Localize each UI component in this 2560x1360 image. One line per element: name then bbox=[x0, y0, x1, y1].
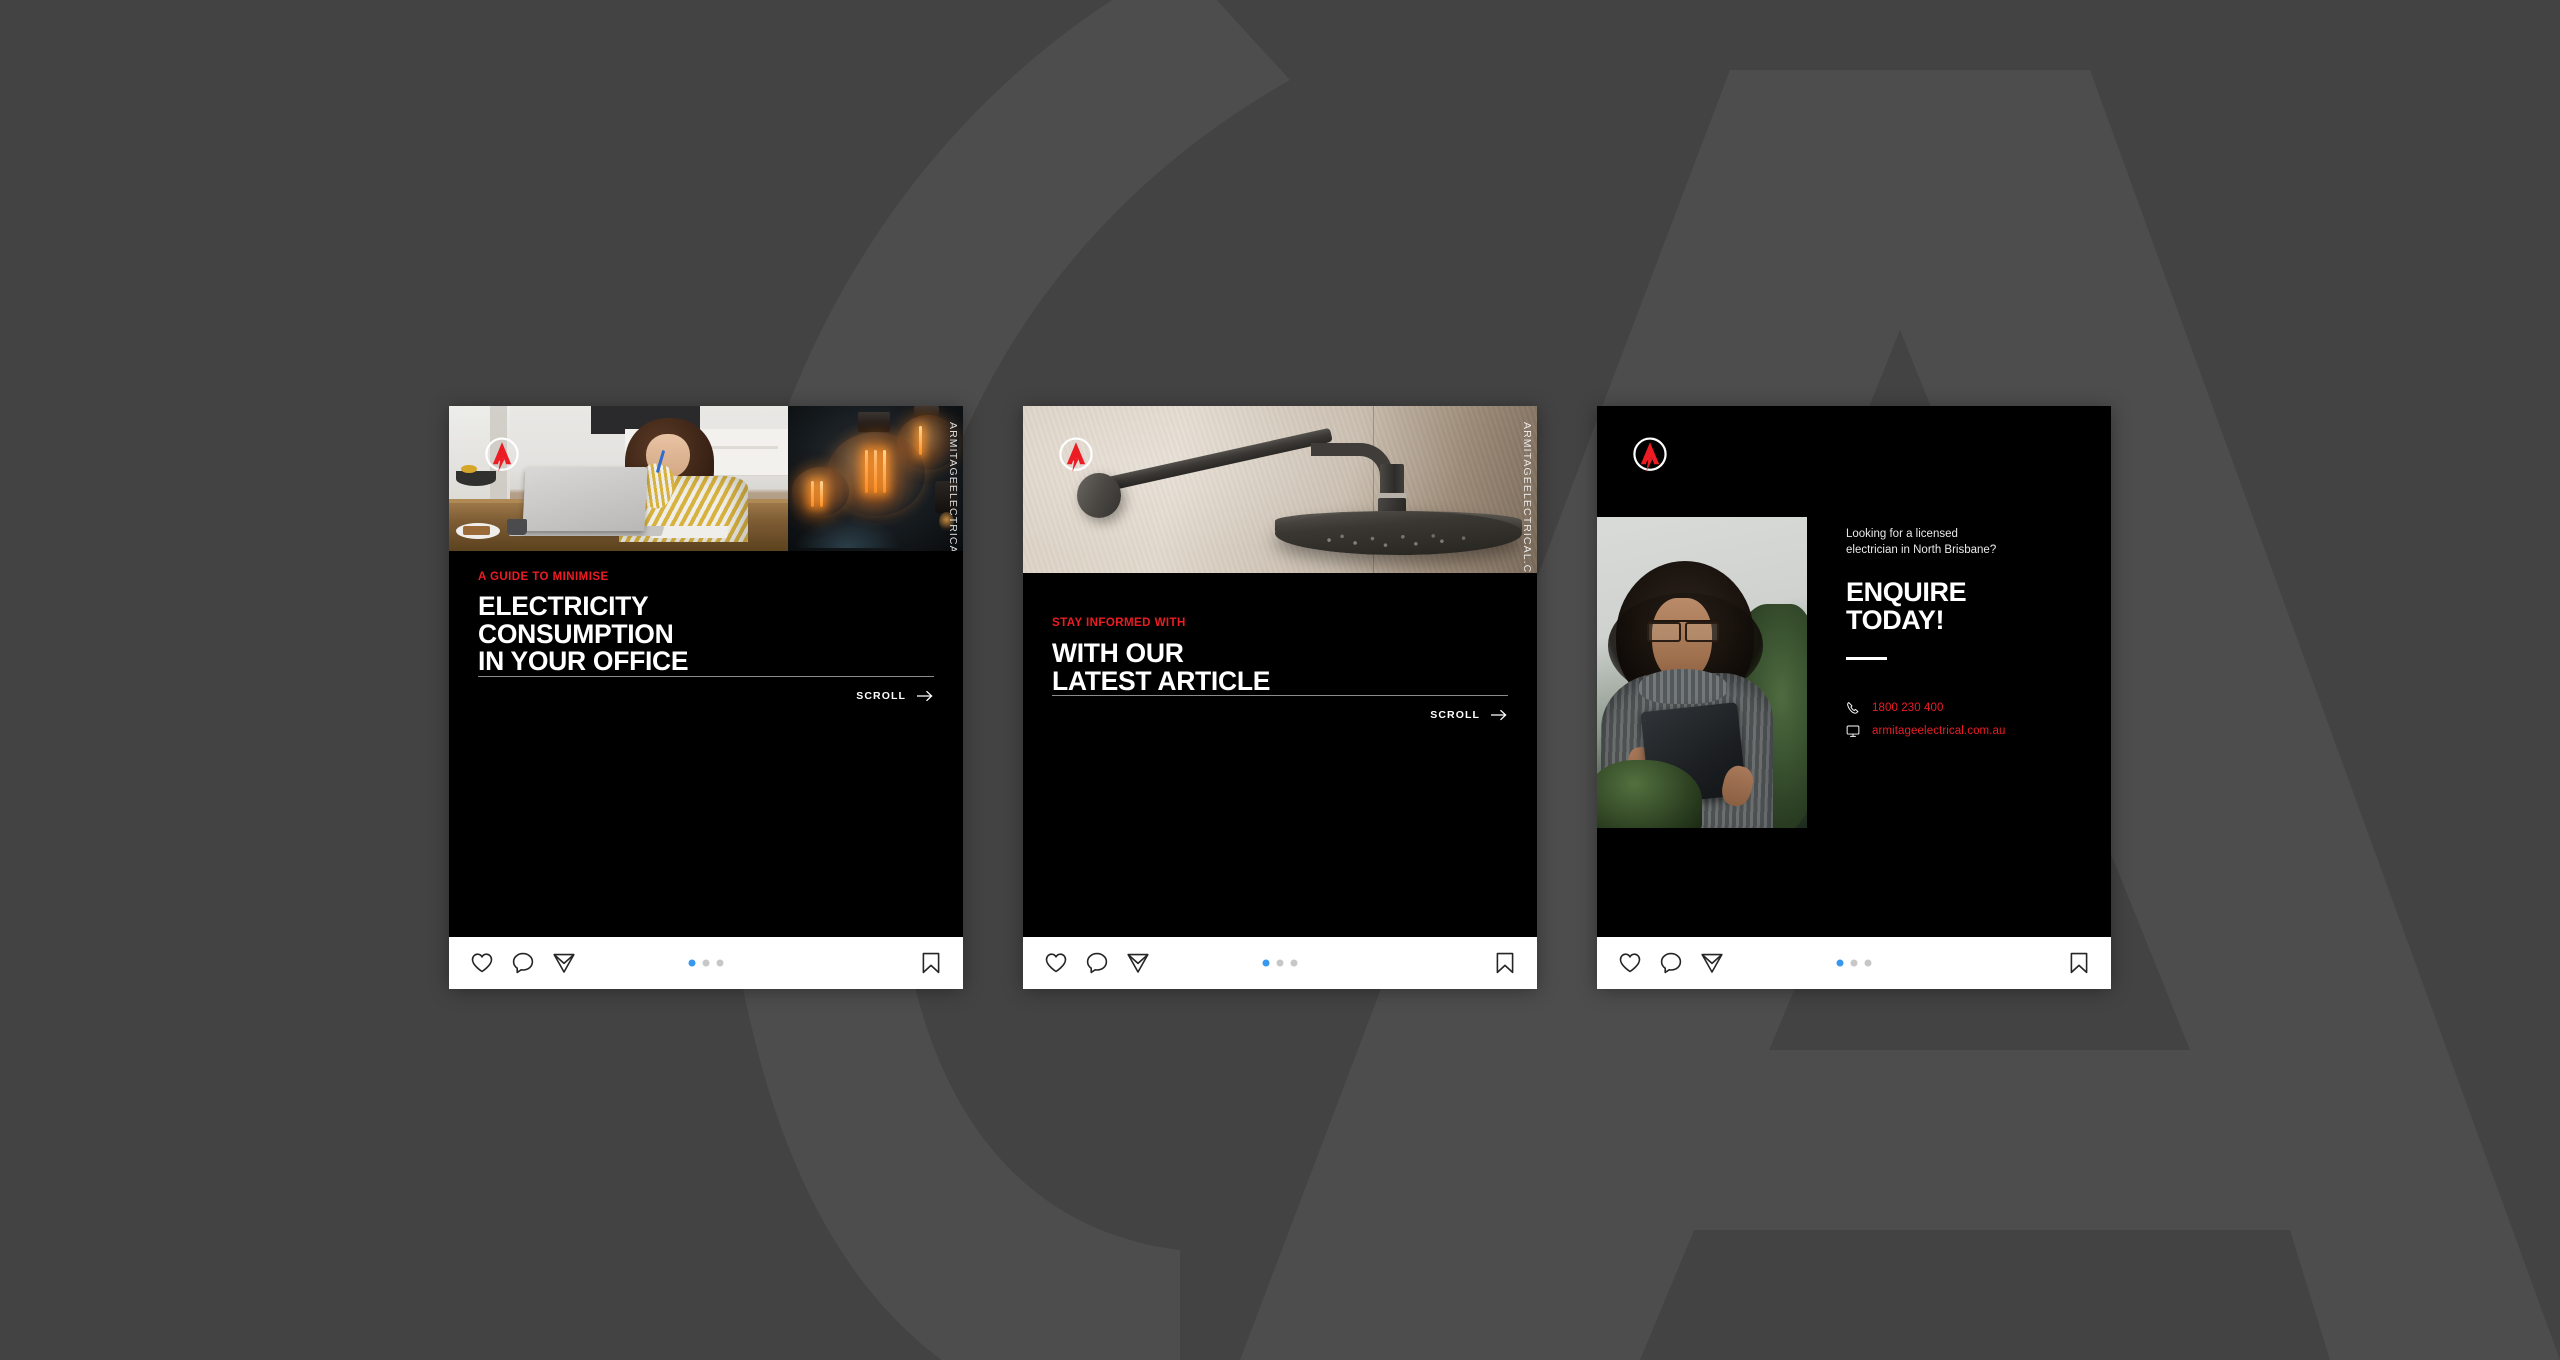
cta-copy-column: Looking for a licensed electrician in No… bbox=[1846, 526, 2082, 738]
instagram-post-card-enquire-today[interactable]: Looking for a licensed electrician in No… bbox=[1597, 406, 2111, 989]
carousel-dot-2[interactable] bbox=[702, 959, 710, 967]
scroll-label: SCROLL bbox=[1430, 709, 1480, 722]
carousel-dot-3[interactable] bbox=[1864, 959, 1872, 967]
bookmark-icon[interactable] bbox=[2066, 951, 2091, 976]
armitage-a-lightning-logo-icon bbox=[1054, 434, 1098, 478]
cta-headline: ENQUIRE TODAY! bbox=[1846, 576, 1967, 636]
carousel-dot-1[interactable] bbox=[688, 959, 696, 967]
cta-kicker: Looking for a licensed electrician in No… bbox=[1846, 528, 1997, 557]
heart-icon[interactable] bbox=[1043, 951, 1068, 976]
instagram-action-bar bbox=[1597, 937, 2111, 989]
carousel-dots[interactable] bbox=[1836, 959, 1872, 967]
card-text-block: STAY INFORMED WITH WITH OUR LATEST ARTIC… bbox=[1023, 573, 1537, 739]
phone-icon bbox=[1846, 701, 1860, 715]
armitage-a-lightning-logo-icon bbox=[480, 434, 524, 478]
paper-plane-icon[interactable] bbox=[551, 951, 576, 976]
scroll-cta[interactable]: SCROLL bbox=[1052, 696, 1508, 738]
photo-edison-filament-light-bulbs bbox=[788, 406, 963, 551]
photo-woman-with-glasses-holding-tablet bbox=[1597, 517, 1807, 828]
arrow-right-icon bbox=[917, 690, 934, 702]
card-eyebrow: A GUIDE TO MINIMISE bbox=[478, 571, 609, 583]
speech-bubble-icon[interactable] bbox=[1658, 951, 1683, 976]
instagram-post-card-latest-article[interactable]: ARMITAGEELECTRICAL.COM.AU STAY INFORMED … bbox=[1023, 406, 1537, 989]
carousel-dot-2[interactable] bbox=[1276, 959, 1284, 967]
card-eyebrow: STAY INFORMED WITH bbox=[1052, 617, 1186, 629]
card-headline: WITH OUR LATEST ARTICLE bbox=[1052, 638, 1271, 696]
scroll-cta[interactable]: SCROLL bbox=[478, 677, 934, 719]
paper-plane-icon[interactable] bbox=[1699, 951, 1724, 976]
photo-woman-working-on-laptop-in-kitchen bbox=[449, 406, 789, 551]
contact-phone-number: 1800 230 400 bbox=[1872, 701, 1944, 714]
speech-bubble-icon[interactable] bbox=[510, 951, 535, 976]
speech-bubble-icon[interactable] bbox=[1084, 951, 1109, 976]
heart-icon[interactable] bbox=[1617, 951, 1642, 976]
card-content-area: ARMITAGEELECTRICAL.COM.AU STAY INFORMED … bbox=[1023, 406, 1537, 937]
contact-website-url: armitageelectrical.com.au bbox=[1872, 724, 2006, 737]
bookmark-icon[interactable] bbox=[918, 951, 943, 976]
contact-row-phone[interactable]: 1800 230 400 bbox=[1846, 701, 2082, 715]
arrow-right-icon bbox=[1491, 709, 1508, 721]
mockup-canvas: ARMITAGEELECTRICAL.COM.AU A GUIDE TO MIN… bbox=[0, 0, 2560, 1360]
photo-band: ARMITAGEELECTRICAL.COM.AU bbox=[1023, 406, 1537, 573]
carousel-dot-1[interactable] bbox=[1262, 959, 1270, 967]
card-headline: ELECTRICITY CONSUMPTION IN YOUR OFFICE bbox=[478, 591, 689, 677]
instagram-action-bar bbox=[1023, 937, 1537, 989]
card-content-area: ARMITAGEELECTRICAL.COM.AU A GUIDE TO MIN… bbox=[449, 406, 963, 937]
armitage-a-lightning-logo-icon bbox=[1628, 434, 1672, 478]
contact-list: 1800 230 400 armitageelectrical.com.au bbox=[1846, 701, 2082, 738]
carousel-dot-3[interactable] bbox=[1290, 959, 1298, 967]
scroll-label: SCROLL bbox=[856, 690, 906, 703]
bookmark-icon[interactable] bbox=[1492, 951, 1517, 976]
carousel-dot-2[interactable] bbox=[1850, 959, 1858, 967]
photo-band: ARMITAGEELECTRICAL.COM.AU bbox=[449, 406, 963, 551]
carousel-dots[interactable] bbox=[688, 959, 724, 967]
card-text-block: A GUIDE TO MINIMISE ELECTRICITY CONSUMPT… bbox=[449, 551, 963, 720]
contact-row-website[interactable]: armitageelectrical.com.au bbox=[1846, 724, 2082, 738]
instagram-action-bar bbox=[449, 937, 963, 989]
carousel-dots[interactable] bbox=[1262, 959, 1298, 967]
monitor-icon bbox=[1846, 724, 1860, 738]
paper-plane-icon[interactable] bbox=[1125, 951, 1150, 976]
carousel-dot-1[interactable] bbox=[1836, 959, 1844, 967]
brand-vertical-watermark: ARMITAGEELECTRICAL.COM.AU bbox=[1521, 422, 1533, 573]
photo-black-rainfall-shower-head-on-wall bbox=[1023, 406, 1537, 573]
brand-vertical-watermark: ARMITAGEELECTRICAL.COM.AU bbox=[947, 422, 959, 551]
card-content-area: Looking for a licensed electrician in No… bbox=[1597, 406, 2111, 937]
heart-icon[interactable] bbox=[469, 951, 494, 976]
carousel-dot-3[interactable] bbox=[716, 959, 724, 967]
cta-divider bbox=[1846, 656, 1887, 660]
instagram-post-card-electricity-consumption[interactable]: ARMITAGEELECTRICAL.COM.AU A GUIDE TO MIN… bbox=[449, 406, 963, 989]
